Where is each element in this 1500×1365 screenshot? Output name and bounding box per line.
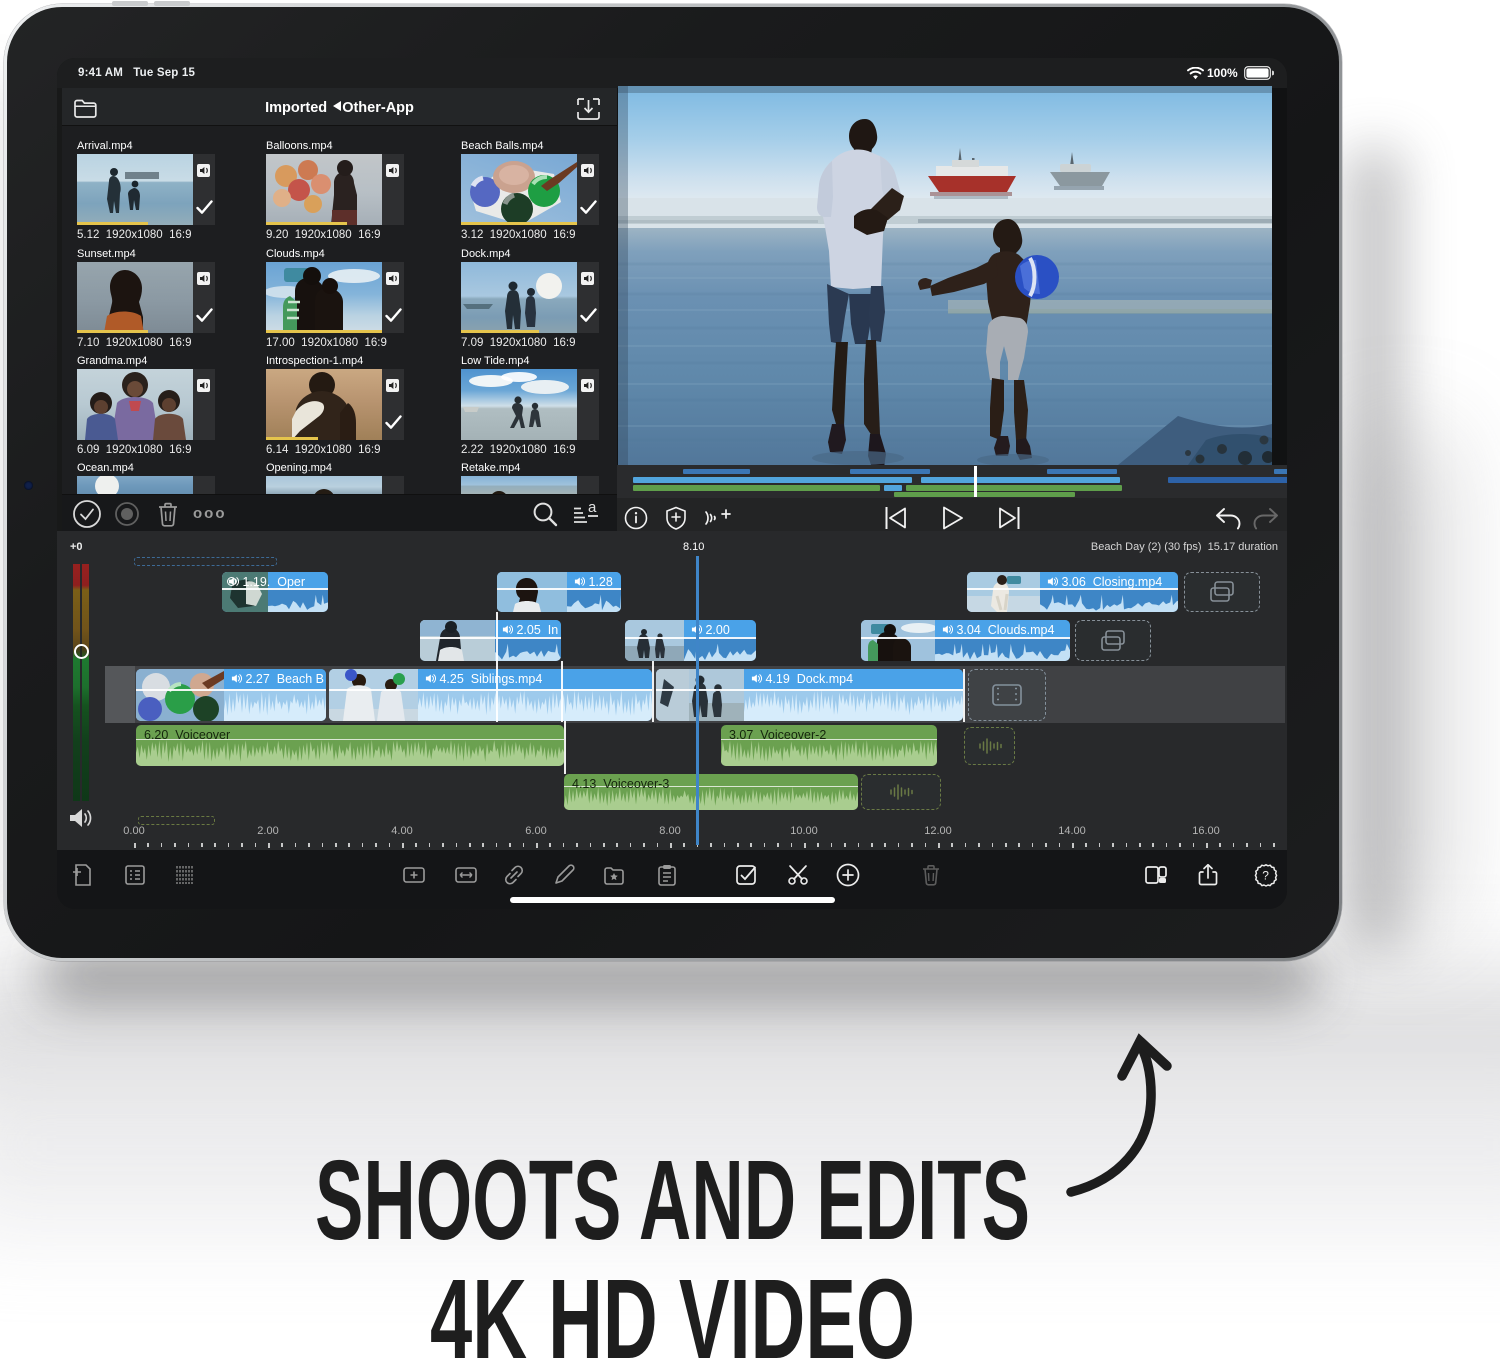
svg-text:a: a xyxy=(588,500,597,516)
svg-text:?: ? xyxy=(1262,869,1269,883)
